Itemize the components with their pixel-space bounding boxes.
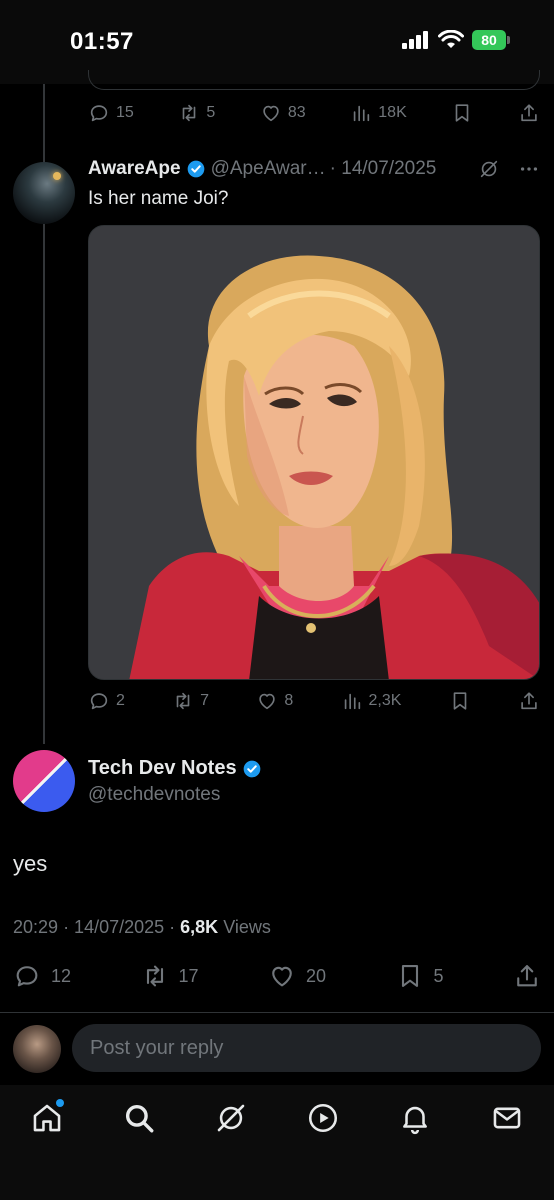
views-label: Views xyxy=(223,917,271,937)
views-icon xyxy=(354,105,370,122)
nav-grok[interactable] xyxy=(214,1101,248,1135)
verified-badge-icon xyxy=(187,160,204,178)
share-icon xyxy=(521,692,537,710)
reply-icon xyxy=(90,693,108,710)
bookmark-icon xyxy=(453,692,467,710)
nav-video[interactable] xyxy=(306,1101,340,1135)
avatar-awareape[interactable] xyxy=(13,162,75,224)
reply-button[interactable]: 12 xyxy=(13,962,71,990)
divider xyxy=(0,1012,554,1013)
views-total[interactable]: 6,8K xyxy=(180,917,218,937)
views-button[interactable]: 2,3K xyxy=(341,690,402,712)
views-icon xyxy=(344,693,360,710)
like-count: 83 xyxy=(287,104,306,121)
nav-home[interactable] xyxy=(30,1099,64,1135)
reply-count: 2 xyxy=(116,692,125,709)
reply-count: 12 xyxy=(51,965,72,986)
tweet-time: 20:29 xyxy=(13,917,59,937)
messages-icon xyxy=(493,1107,521,1129)
repost-count: 17 xyxy=(178,965,199,986)
reply-button[interactable]: 15 xyxy=(88,102,134,124)
main-tweet-text: yes xyxy=(13,851,48,876)
reply-button[interactable]: 2 xyxy=(88,690,125,712)
repost-icon xyxy=(183,104,196,122)
tweet-image[interactable] xyxy=(88,225,540,680)
bookmark-button[interactable]: 5 xyxy=(396,962,444,990)
reply-count: 15 xyxy=(116,104,134,121)
reply-icon xyxy=(16,966,38,987)
views-button[interactable]: 18K xyxy=(350,102,407,124)
repost-count: 5 xyxy=(206,104,216,121)
status-time: 01:57 xyxy=(70,28,134,55)
grok-icon xyxy=(217,1104,245,1132)
reply-input[interactable] xyxy=(72,1024,541,1072)
bookmark-button[interactable] xyxy=(451,102,473,124)
tweet-header-actions xyxy=(478,158,540,180)
share-button[interactable] xyxy=(518,102,540,124)
views-count: 18K xyxy=(378,104,407,121)
like-button[interactable]: 83 xyxy=(260,102,306,124)
bookmark-button[interactable] xyxy=(449,690,471,712)
my-avatar[interactable] xyxy=(13,1025,61,1073)
tweet-text: Is her name Joi? xyxy=(88,188,229,209)
battery-level: 80 xyxy=(472,30,506,50)
repost-icon xyxy=(176,692,190,710)
previous-media-card[interactable] xyxy=(88,70,540,90)
battery-tip xyxy=(507,36,510,44)
repost-button[interactable]: 5 xyxy=(178,102,215,124)
repost-button[interactable]: 17 xyxy=(141,962,199,990)
avatar-techdevnotes[interactable] xyxy=(13,750,75,812)
tweet-header: AwareApe @ApeAwar… · 14/07/2025 xyxy=(88,158,540,180)
tweet2-actions: 2 7 8 2,3K xyxy=(88,690,540,712)
notification-dot xyxy=(56,1099,64,1107)
like-count: 20 xyxy=(306,965,327,986)
author-name[interactable]: AwareApe xyxy=(88,158,181,180)
bookmark-icon xyxy=(456,104,469,122)
reply-icon xyxy=(90,105,108,122)
notifications-icon xyxy=(403,1106,427,1135)
author-handle[interactable]: @ApeAwar… xyxy=(211,158,326,180)
tweet-meta: 20:29 · 14/07/2025 · 6,8K Views xyxy=(13,917,271,938)
views-count: 2,3K xyxy=(368,692,402,709)
heart-icon xyxy=(263,105,279,122)
repost-count: 7 xyxy=(200,692,210,709)
bookmark-count: 5 xyxy=(433,965,444,986)
heart-icon xyxy=(259,693,276,710)
share-icon xyxy=(517,965,537,987)
nav-messages[interactable] xyxy=(490,1101,524,1135)
share-icon xyxy=(521,104,537,122)
repost-button[interactable]: 7 xyxy=(172,690,209,712)
portrait-illustration xyxy=(89,226,539,679)
status-indicators: 80 xyxy=(402,30,510,50)
main-author-handle[interactable]: @techdevnotes xyxy=(88,784,220,806)
main-author[interactable]: Tech Dev Notes xyxy=(88,757,267,780)
wifi-icon xyxy=(438,30,464,48)
main-author-name: Tech Dev Notes xyxy=(88,757,237,779)
like-count: 8 xyxy=(284,692,294,709)
search-icon xyxy=(125,1104,154,1133)
main-tweet-actions: 12 17 20 5 xyxy=(13,962,541,990)
share-button[interactable] xyxy=(513,962,541,990)
tweet-date: · 14/07/2025 xyxy=(329,158,437,179)
video-icon xyxy=(308,1103,338,1133)
nav-notifications[interactable] xyxy=(398,1101,432,1135)
bookmark-icon xyxy=(401,965,418,987)
tweet-date: · 14/07/2025 · xyxy=(63,917,176,937)
battery-indicator: 80 xyxy=(472,30,510,50)
like-button[interactable]: 8 xyxy=(256,690,293,712)
like-button[interactable]: 20 xyxy=(268,962,326,990)
prev-tweet-actions: 15 5 83 18K xyxy=(88,102,540,124)
heart-icon xyxy=(272,966,292,987)
cellular-signal-icon xyxy=(402,31,428,49)
repost-icon xyxy=(146,965,163,987)
nav-search[interactable] xyxy=(122,1101,156,1135)
grok-icon[interactable] xyxy=(478,158,500,180)
verified-badge-icon xyxy=(243,760,260,777)
more-options-icon[interactable] xyxy=(518,158,540,180)
share-button[interactable] xyxy=(518,690,540,712)
bottom-nav xyxy=(0,1085,554,1200)
